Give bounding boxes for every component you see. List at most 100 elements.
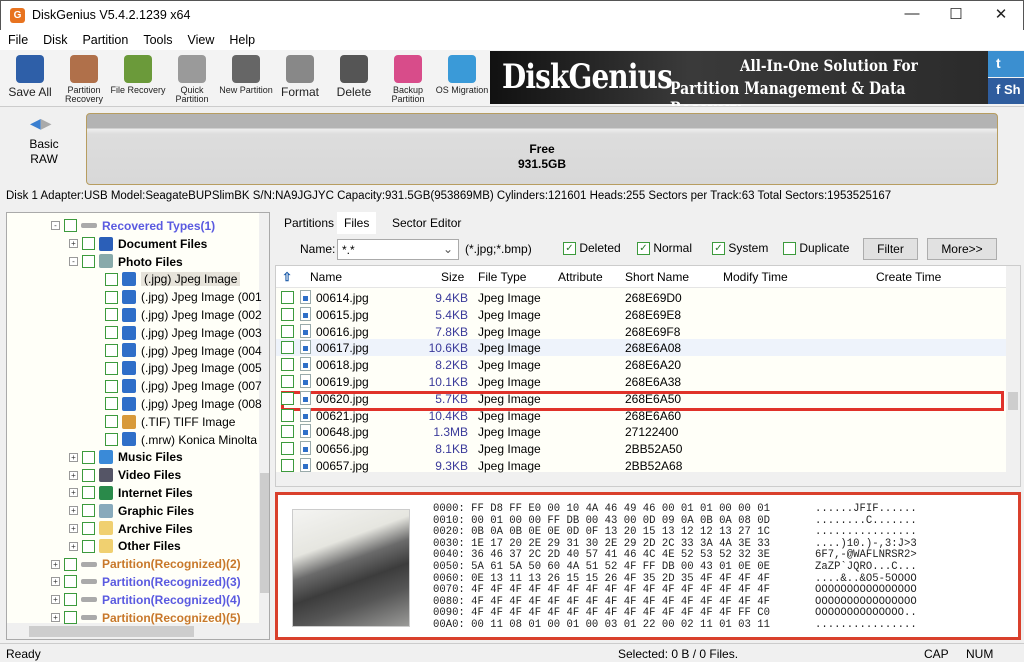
- minimize-button[interactable]: —: [897, 5, 927, 27]
- tree-checkbox[interactable]: [105, 290, 118, 304]
- checkbox[interactable]: [783, 242, 796, 256]
- tree-item[interactable]: + Video Files: [69, 467, 181, 485]
- expand-icon[interactable]: +: [69, 470, 78, 480]
- collapse-icon[interactable]: -: [69, 256, 78, 266]
- save-button[interactable]: Save All: [2, 52, 58, 104]
- directory-tree[interactable]: - Recovered Types(1) + Document Files - Photo…: [6, 212, 270, 640]
- column-header-modify-time[interactable]: Modify Time: [723, 270, 788, 284]
- tree-checkbox[interactable]: [82, 450, 95, 464]
- normal-checkbox[interactable]: ✓ Normal: [637, 241, 692, 256]
- expand-icon[interactable]: +: [51, 612, 60, 622]
- file-row[interactable]: 00614.jpg 9.4KB Jpeg Image 268E69D0: [276, 289, 1006, 306]
- tree-scroll-thumb[interactable]: [260, 473, 269, 593]
- file-checkbox[interactable]: [281, 408, 294, 422]
- more-button[interactable]: More>>: [927, 238, 997, 260]
- menu-tools[interactable]: Tools: [135, 30, 179, 47]
- deleted-checkbox[interactable]: ✓ Deleted: [563, 241, 621, 256]
- tree-item[interactable]: + Partition(Recognized)(5): [51, 610, 241, 628]
- tree-item[interactable]: (.jpg) Jpeg Image (003: [105, 325, 262, 343]
- checkbox[interactable]: ✓: [712, 242, 725, 256]
- tab-sector-editor[interactable]: Sector Editor: [385, 212, 468, 234]
- tree-item[interactable]: + Graphic Files: [69, 503, 194, 521]
- tree-checkbox[interactable]: [105, 361, 118, 375]
- expand-icon[interactable]: +: [69, 452, 78, 462]
- backup-button[interactable]: Backup Partition: [380, 52, 436, 104]
- os-migration-button[interactable]: OS Migration: [434, 52, 490, 104]
- tree-item[interactable]: + Partition(Recognized)(4): [51, 592, 241, 610]
- expand-icon[interactable]: +: [69, 523, 78, 533]
- expand-icon[interactable]: +: [51, 559, 60, 569]
- file-row[interactable]: 00619.jpg 10.1KB Jpeg Image 268E6A38: [276, 373, 1006, 390]
- tree-checkbox[interactable]: [64, 610, 77, 624]
- column-header-short-name[interactable]: Short Name: [625, 270, 689, 284]
- tree-checkbox[interactable]: [64, 219, 77, 233]
- collapse-icon[interactable]: -: [51, 221, 60, 231]
- expand-icon[interactable]: +: [51, 577, 60, 587]
- facebook-share-button[interactable]: f Sh: [988, 78, 1024, 104]
- tree-item[interactable]: + Archive Files: [69, 521, 193, 539]
- file-row[interactable]: 00656.jpg 8.1KB Jpeg Image 2BB52A50: [276, 440, 1006, 457]
- tree-checkbox[interactable]: [82, 486, 95, 500]
- sort-up-icon[interactable]: ⇧: [282, 270, 292, 284]
- menu-view[interactable]: View: [180, 30, 222, 47]
- tree-item[interactable]: (.jpg) Jpeg Image (001: [105, 289, 262, 307]
- magnifier-button[interactable]: Partition Recovery: [56, 52, 112, 104]
- file-row[interactable]: 00616.jpg 7.8KB Jpeg Image 268E69F8: [276, 323, 1006, 340]
- list-horizontal-scrollbar[interactable]: [276, 472, 1020, 486]
- file-checkbox[interactable]: [281, 425, 294, 439]
- next-disk-icon[interactable]: ▶: [41, 115, 52, 131]
- menu-partition[interactable]: Partition: [74, 30, 135, 47]
- file-checkbox[interactable]: [281, 442, 294, 456]
- tree-checkbox[interactable]: [105, 343, 118, 357]
- tree-checkbox[interactable]: [64, 557, 77, 571]
- expand-icon[interactable]: +: [69, 488, 78, 498]
- tree-item[interactable]: (.jpg) Jpeg Image (002: [105, 307, 262, 325]
- file-row[interactable]: 00618.jpg 8.2KB Jpeg Image 268E6A20: [276, 356, 1006, 373]
- menu-disk[interactable]: Disk: [35, 30, 74, 47]
- column-header-attribute[interactable]: Attribute: [558, 270, 603, 284]
- tree-hscroll-thumb[interactable]: [29, 626, 194, 637]
- banner-ad[interactable]: DiskGenius All-In-One Solution For Parti…: [490, 51, 988, 119]
- column-header-file-type[interactable]: File Type: [478, 270, 526, 284]
- tree-item[interactable]: + Document Files: [69, 236, 207, 254]
- tree-item[interactable]: - Photo Files: [69, 254, 183, 272]
- filter-button[interactable]: Filter: [863, 238, 918, 260]
- tree-item[interactable]: (.jpg) Jpeg Image (008: [105, 396, 262, 414]
- ascii-view[interactable]: ......JFIF...... ........C...............…: [815, 503, 917, 632]
- expand-icon[interactable]: +: [69, 506, 78, 516]
- file-row[interactable]: 00648.jpg 1.3MB Jpeg Image 27122400: [276, 423, 1006, 440]
- expand-icon[interactable]: +: [51, 595, 60, 605]
- list-vertical-scrollbar[interactable]: [1006, 266, 1020, 472]
- tree-item[interactable]: + Other Files: [69, 538, 181, 556]
- tree-item[interactable]: (.TIF) TIFF Image: [105, 414, 235, 432]
- tree-checkbox[interactable]: [82, 468, 95, 482]
- chevron-down-icon[interactable]: ⌄: [443, 242, 453, 256]
- tab-files[interactable]: Files: [337, 212, 377, 234]
- tree-vertical-scrollbar[interactable]: [259, 213, 269, 623]
- tree-item[interactable]: (.jpg) Jpeg Image: [105, 271, 241, 289]
- tree-checkbox[interactable]: [82, 254, 95, 268]
- file-checkbox[interactable]: [281, 375, 294, 388]
- column-header-create-time[interactable]: Create Time: [876, 270, 941, 284]
- name-filter-combo[interactable]: *.* ⌄: [337, 239, 459, 260]
- menu-file[interactable]: File: [0, 30, 35, 47]
- tree-checkbox[interactable]: [64, 575, 77, 589]
- format-button[interactable]: Format: [272, 52, 328, 104]
- file-checkbox[interactable]: [281, 391, 294, 405]
- file-checkbox[interactable]: [281, 324, 294, 338]
- prev-disk-icon[interactable]: ◀: [30, 115, 41, 131]
- tree-checkbox[interactable]: [82, 237, 95, 251]
- tree-item[interactable]: (.jpg) Jpeg Image (005: [105, 360, 262, 378]
- hex-view[interactable]: 0000: FF D8 FF E0 00 10 4A 46 49 46 00 0…: [433, 503, 770, 632]
- tree-item[interactable]: + Internet Files: [69, 485, 193, 503]
- tree-checkbox[interactable]: [105, 397, 118, 411]
- file-checkbox[interactable]: [281, 307, 294, 321]
- checkbox[interactable]: ✓: [563, 242, 576, 256]
- tree-checkbox[interactable]: [105, 326, 118, 340]
- tree-item[interactable]: + Partition(Recognized)(2): [51, 556, 241, 574]
- file-list[interactable]: ⇧ Name Size File Type Attribute Short Name Mod…: [275, 265, 1021, 487]
- column-header-size[interactable]: Size: [441, 270, 464, 284]
- checkbox[interactable]: ✓: [637, 242, 650, 256]
- tree-item[interactable]: + Music Files: [69, 449, 183, 467]
- file-checkbox[interactable]: [281, 291, 294, 304]
